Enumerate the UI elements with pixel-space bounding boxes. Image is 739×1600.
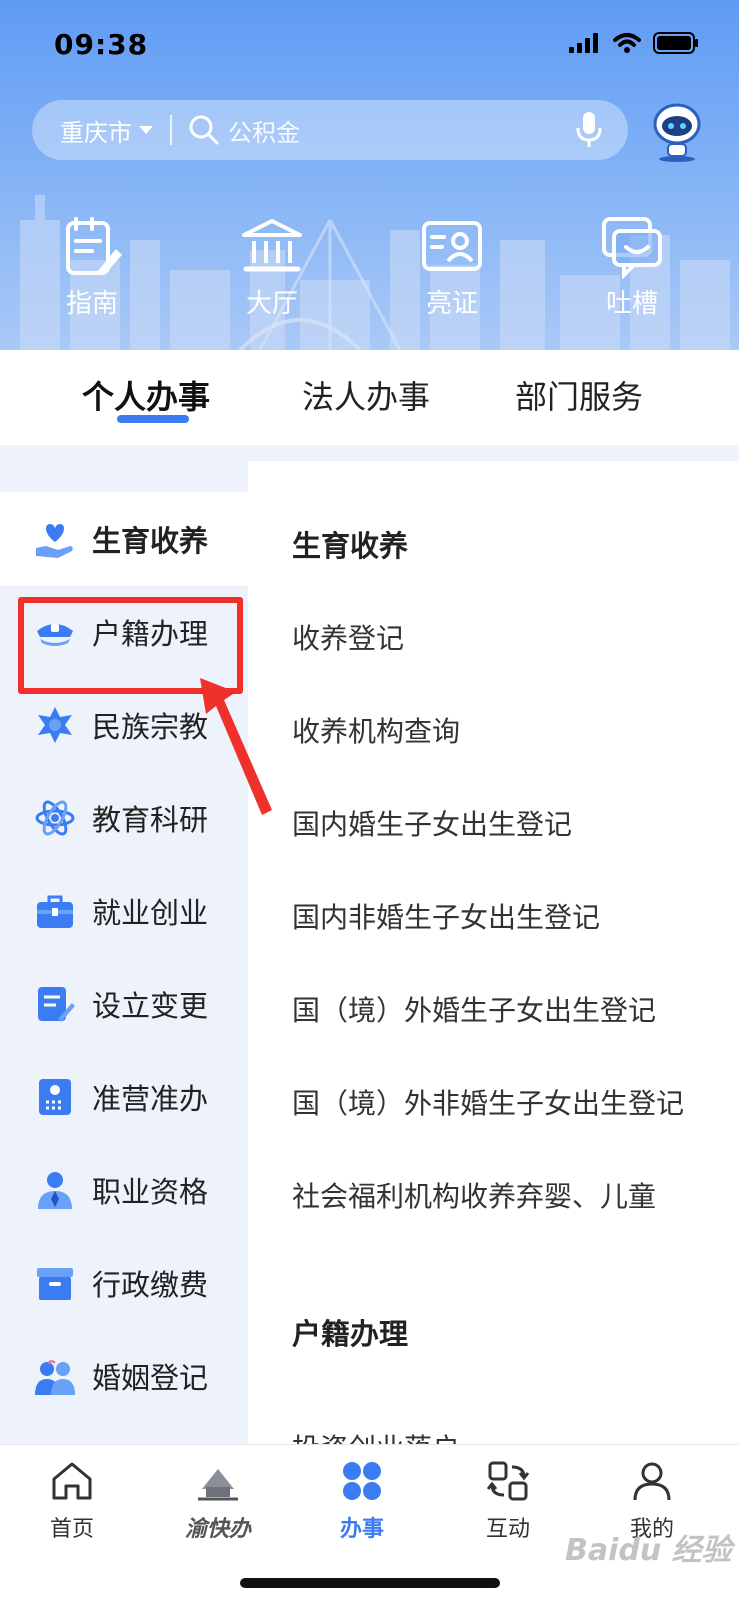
- city-label: 重庆市: [60, 118, 132, 147]
- sidebar-item-label: 行政缴费: [92, 1268, 209, 1302]
- nav-interact[interactable]: 互动: [458, 1459, 558, 1543]
- section-title: 生育收养: [292, 529, 409, 563]
- sidebar-item-employment[interactable]: 就业创业: [0, 864, 248, 958]
- tab-department[interactable]: 部门服务: [515, 372, 643, 418]
- wifi-icon: [613, 33, 641, 53]
- sidebar-item-label: 准营准办: [92, 1082, 209, 1116]
- hand-heart-icon: [36, 524, 73, 558]
- sidebar-item-label: 职业资格: [92, 1175, 209, 1209]
- nav-interact-label: 互动: [485, 1517, 530, 1542]
- briefcase-icon: [37, 895, 73, 928]
- quicknav-hall[interactable]: 大厅: [222, 215, 322, 320]
- quicknav-id[interactable]: 亮证: [402, 215, 502, 320]
- service-item[interactable]: 社会福利机构收养弃婴、儿童: [292, 1175, 656, 1215]
- document-edit-icon: [38, 987, 75, 1022]
- section-separator: [0, 445, 739, 461]
- service-item[interactable]: 收养机构查询: [292, 710, 460, 750]
- service-item[interactable]: 国（境）外非婚生子女出生登记: [292, 1082, 684, 1122]
- service-item[interactable]: 收养登记: [292, 617, 404, 657]
- sidebar-item-business-permit[interactable]: 准营准办: [0, 1050, 248, 1144]
- archive-box-icon: [37, 1268, 73, 1300]
- section-title: 户籍办理: [292, 1317, 409, 1351]
- id-card-icon: [422, 221, 482, 271]
- home-icon: [52, 1462, 92, 1500]
- caret-down-icon: [139, 126, 153, 134]
- bottom-navigation: 首页 渝快办 办事 互动 我的: [0, 1444, 739, 1600]
- sidebar-item-label: 设立变更: [92, 989, 209, 1023]
- yukuaiban-logo-icon: [198, 1469, 238, 1501]
- sidebar-item-birth-adoption[interactable]: 生育收养: [0, 492, 248, 586]
- quicknav-id-label: 亮证: [425, 289, 478, 319]
- sidebar-item-establish-change[interactable]: 设立变更: [0, 957, 248, 1051]
- sidebar-item-qualification[interactable]: 职业资格: [0, 1143, 248, 1237]
- battery-icon: [653, 32, 698, 54]
- tab-personal[interactable]: 个人办事: [82, 372, 210, 418]
- home-indicator[interactable]: [240, 1578, 500, 1588]
- search-icon: [189, 115, 219, 145]
- sidebar-item-label: 就业创业: [92, 896, 209, 930]
- status-icons: [569, 32, 699, 54]
- status-bar: 09:38: [0, 0, 739, 90]
- service-list: 生育收养 收养登记 收养机构查询 国内婚生子女出生登记 国内非婚生子女出生登记 …: [248, 461, 739, 1444]
- atom-icon: [35, 800, 75, 836]
- sidebar-item-label: 生育收养: [92, 524, 209, 558]
- category-tabs: 个人办事 法人办事 部门服务: [0, 350, 739, 445]
- user-icon: [633, 1462, 671, 1501]
- nav-home[interactable]: 首页: [22, 1459, 122, 1543]
- couple-icon: [35, 1360, 75, 1395]
- service-item-partial[interactable]: 投资创业落户: [292, 1427, 460, 1444]
- quicknav-guide[interactable]: 指南: [42, 215, 142, 320]
- quicknav-feedback-label: 吐槽: [605, 289, 658, 319]
- search-divider: [170, 115, 172, 145]
- nav-home-label: 首页: [49, 1517, 94, 1542]
- cellular-signal-icon: [569, 33, 598, 53]
- sidebar-item-admin-fees[interactable]: 行政缴费: [0, 1236, 248, 1330]
- nav-yukuaiban[interactable]: 渝快办: [168, 1459, 268, 1543]
- nav-services[interactable]: 办事: [312, 1459, 412, 1543]
- robot-assistant-icon[interactable]: [648, 102, 706, 162]
- service-item[interactable]: 国（境）外婚生子女出生登记: [292, 989, 656, 1029]
- star-icon: [38, 707, 72, 743]
- quicknav-feedback[interactable]: 吐槽: [582, 215, 682, 320]
- quicknav-guide-label: 指南: [65, 289, 118, 319]
- search-bar[interactable]: 重庆市 公积金: [32, 100, 628, 160]
- person-tie-icon: [38, 1172, 72, 1209]
- hall-icon: [242, 219, 302, 272]
- sidebar-item-label: 婚姻登记: [92, 1361, 209, 1395]
- feedback-icon: [602, 217, 662, 279]
- nav-services-label: 办事: [339, 1517, 384, 1542]
- microphone-icon[interactable]: [576, 111, 602, 149]
- quicknav-hall-label: 大厅: [245, 289, 298, 319]
- search-input[interactable]: 公积金: [228, 113, 576, 148]
- active-tab-indicator: [117, 415, 189, 423]
- sidebar-item-marriage[interactable]: 婚姻登记: [0, 1329, 248, 1423]
- guide-icon: [66, 217, 122, 275]
- exchange-icon: [486, 1461, 530, 1501]
- tab-corporate[interactable]: 法人办事: [302, 372, 430, 418]
- service-item[interactable]: 国内婚生子女出生登记: [292, 803, 572, 843]
- city-selector[interactable]: 重庆市: [60, 113, 154, 148]
- license-icon: [39, 1079, 71, 1115]
- grid-icon: [343, 1462, 381, 1500]
- red-arrow-annotation: [200, 678, 272, 815]
- service-item[interactable]: 国内非婚生子女出生登记: [292, 896, 600, 936]
- nav-yukuaiban-label: 渝快办: [184, 1517, 251, 1542]
- status-time: 09:38: [54, 28, 149, 61]
- watermark: Baidu 经验: [565, 1533, 732, 1568]
